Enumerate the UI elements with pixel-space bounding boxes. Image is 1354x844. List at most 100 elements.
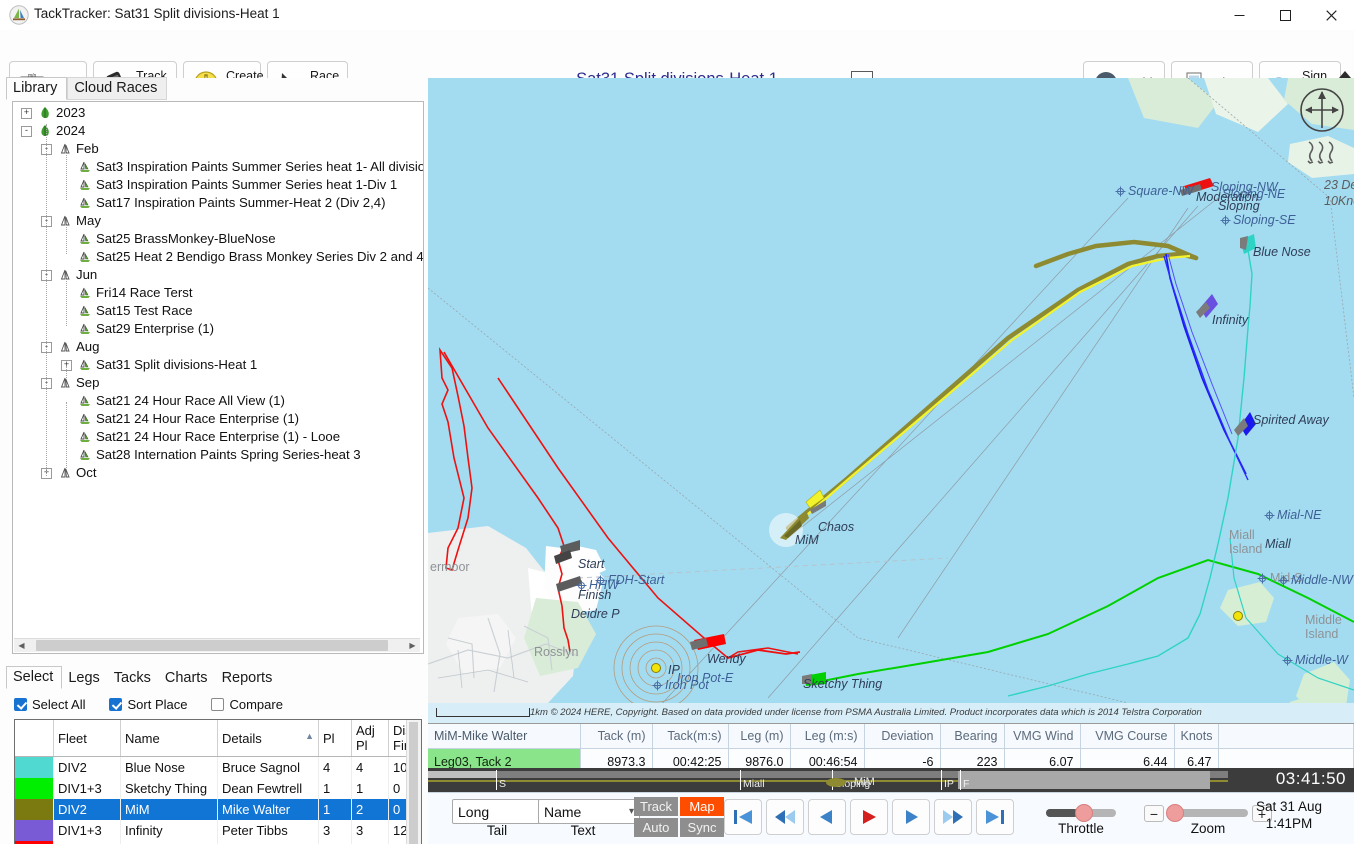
tree-node-label: Sat17 Inspiration Paints Summer-Heat 2 (…: [96, 195, 386, 210]
data-col-knots: Knots: [1174, 724, 1219, 749]
column-header-color[interactable]: [15, 720, 54, 757]
tree-node[interactable]: Sat3 Inspiration Paints Summer Series he…: [13, 176, 423, 194]
text-mode-select[interactable]: Name ▾: [538, 799, 640, 824]
race-timeline[interactable]: S Miall Sloping IP F MiM 03:41:50: [428, 768, 1354, 792]
checkbox-label: Sort Place: [127, 696, 188, 712]
tree-node[interactable]: Sat21 24 Hour Race All View (1): [13, 392, 423, 410]
tail-label: Tail: [486, 823, 508, 838]
tree-node[interactable]: Sat25 BrassMonkey-BlueNose: [13, 230, 423, 248]
column-header-details[interactable]: Details ▲: [217, 720, 319, 757]
tree-node-label: Sat28 Internation Paints Spring Series-h…: [96, 447, 361, 462]
timeline-boat-label: MiM: [854, 776, 875, 788]
tree-horizontal-scrollbar[interactable]: ◀ ▶: [14, 638, 420, 652]
map-label: Deidre P: [571, 607, 620, 621]
checkbox-box[interactable]: [109, 697, 123, 711]
column-header-pl[interactable]: Pl: [318, 720, 352, 757]
tree-node[interactable]: - May: [13, 212, 423, 230]
table-row[interactable]: DIV1+3InfinityPeter Tibbs3312247: [15, 820, 421, 841]
scroll-left-icon[interactable]: ◀: [15, 639, 28, 652]
timeline-mark-label: F: [963, 778, 970, 790]
tree-node[interactable]: Sat21 24 Hour Race Enterprise (1): [13, 410, 423, 428]
zoom-knob[interactable]: [1166, 804, 1184, 822]
tree-node[interactable]: +2023: [13, 104, 423, 122]
tree-node[interactable]: Sat21 24 Hour Race Enterprise (1) - Looe: [13, 428, 423, 446]
fleet-color-swatch: [15, 756, 54, 778]
toggle-map[interactable]: Map: [680, 797, 724, 816]
library-tab-cloud-races[interactable]: Cloud Races: [67, 77, 168, 100]
next-leg-button[interactable]: [934, 799, 972, 835]
place: 1: [318, 778, 352, 799]
tree-node[interactable]: Sat17 Inspiration Paints Summer-Heat 2 (…: [13, 194, 423, 212]
go-to-end-button[interactable]: [976, 799, 1014, 835]
tree-node[interactable]: Sat28 Internation Paints Spring Series-h…: [13, 446, 423, 464]
scrollbar-thumb[interactable]: [36, 640, 388, 651]
boat-icon: [78, 304, 92, 318]
bottom-tab-tacks[interactable]: Tacks: [108, 668, 159, 689]
skipper: Dean Fewtrell: [217, 778, 319, 799]
bottom-tab-select[interactable]: Select: [6, 666, 63, 689]
step-forward-button[interactable]: [892, 799, 930, 835]
checkbox-sort-place[interactable]: Sort Place: [109, 697, 187, 712]
race-library-tree[interactable]: +2023-2024- Feb Sat3 Inspiration Paints Su…: [12, 101, 424, 654]
boat-table: FleetNameDetails▲PlAdj PlDist to First D…: [15, 720, 421, 844]
map-attribution-text: 1km © 2024 HERE, Copyright. Based on dat…: [530, 707, 1202, 718]
grid-vertical-scrollbar[interactable]: [406, 720, 421, 844]
library-tab-library[interactable]: Library: [6, 77, 68, 100]
play-button[interactable]: [850, 799, 888, 835]
zoom-out-button[interactable]: −: [1144, 805, 1164, 822]
tree-expander-icon[interactable]: -: [21, 126, 32, 137]
window-minimize-button[interactable]: [1216, 0, 1262, 30]
table-row[interactable]: DIV2Blue NoseBruce Sagnol4410257: [15, 756, 421, 778]
bottom-tab-reports[interactable]: Reports: [216, 668, 281, 689]
column-header-fleet[interactable]: Fleet: [53, 720, 121, 757]
race-time: 1:41PM: [1265, 815, 1313, 831]
course-mark-icon: [1282, 655, 1293, 666]
window-maximize-button[interactable]: [1262, 0, 1308, 30]
previous-leg-button[interactable]: [766, 799, 804, 835]
scroll-right-icon[interactable]: ▶: [406, 639, 419, 652]
tree-node[interactable]: - Aug: [13, 338, 423, 356]
table-row[interactable]: DIV2 MiM Mike Walter 1 2 0: [15, 799, 421, 820]
tree-node[interactable]: Fri14 Race Terst: [13, 284, 423, 302]
adjusted-place: 3: [351, 820, 389, 841]
window-close-button[interactable]: [1308, 0, 1354, 30]
race-map[interactable]: 23 Deg. 10Knots Square-NWSloping-NWSlopi…: [428, 78, 1354, 703]
table-row[interactable]: DIV1+3 Sketchy Thing Dean Fewtrell 1 1 0: [15, 778, 421, 799]
bottom-tab-charts[interactable]: Charts: [159, 668, 216, 689]
tree-node[interactable]: - Jun: [13, 266, 423, 284]
tree-expander-icon[interactable]: +: [21, 108, 32, 119]
display-toggles: Track Map Auto Sync: [634, 797, 726, 837]
timeline-track[interactable]: S Miall Sloping IP F MiM: [428, 768, 1228, 792]
tree-node[interactable]: - Sep: [13, 374, 423, 392]
checkbox-box[interactable]: [211, 697, 225, 711]
tree-node[interactable]: Sat25 Heat 2 Bendigo Brass Monkey Series…: [13, 248, 423, 266]
tree-node[interactable]: Sat29 Enterprise (1): [13, 320, 423, 338]
boat-select-grid[interactable]: FleetNameDetails▲PlAdj PlDist to First D…: [14, 719, 422, 844]
tree-node[interactable]: + Oct: [13, 464, 423, 482]
tree-node-label: Feb: [76, 141, 99, 156]
tree-node[interactable]: Sat3 Inspiration Paints Summer Series he…: [13, 158, 423, 176]
tree-node[interactable]: - 2024: [13, 122, 423, 140]
step-back-button[interactable]: [808, 799, 846, 835]
checkbox-box[interactable]: [14, 697, 27, 711]
tree-node[interactable]: Sat15 Test Race: [13, 302, 423, 320]
adjusted-place: 2: [351, 799, 389, 820]
scrollbar-thumb[interactable]: [409, 722, 418, 844]
column-header-adj-pl[interactable]: Adj Pl: [351, 720, 389, 757]
bottom-tab-legs[interactable]: Legs: [62, 668, 107, 689]
toggle-sync[interactable]: Sync: [680, 818, 724, 837]
toggle-track[interactable]: Track: [634, 797, 678, 816]
column-header-name[interactable]: Name: [120, 720, 218, 757]
checkbox-select-all[interactable]: Select All: [14, 697, 85, 712]
boat-icon: [78, 160, 92, 174]
timeline-position-marker[interactable]: [826, 778, 846, 787]
go-to-start-button[interactable]: [724, 799, 762, 835]
tree-node[interactable]: - Feb: [13, 140, 423, 158]
boat-name: Infinity: [120, 820, 218, 841]
tree-node-label: Sat15 Test Race: [96, 303, 193, 318]
skipper: Peter Tibbs: [217, 820, 319, 841]
toggle-auto[interactable]: Auto: [634, 818, 678, 837]
tree-node[interactable]: + Sat31 Split divisions-Heat 1: [13, 356, 423, 374]
checkbox-compare[interactable]: Compare: [211, 697, 283, 712]
throttle-knob[interactable]: [1075, 804, 1093, 822]
